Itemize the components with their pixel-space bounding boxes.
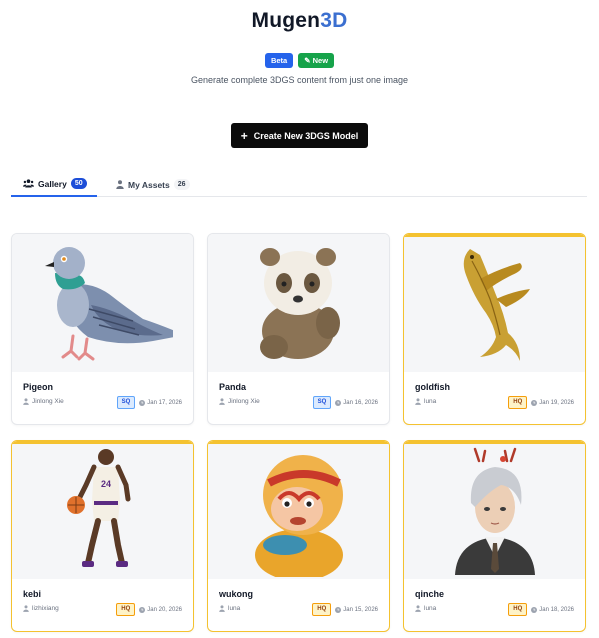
quality-badge: HQ xyxy=(508,603,528,616)
model-card-panda[interactable]: Panda Jinlong Xie SQ Jan 16, 2026 xyxy=(207,233,390,425)
model-date: Jan 20, 2026 xyxy=(139,606,182,613)
model-meta: HQ Jan 15, 2026 xyxy=(312,603,378,616)
model-thumbnail[interactable] xyxy=(12,234,193,372)
model-meta: SQ Jan 16, 2026 xyxy=(312,396,378,409)
model-date-text: Jan 18, 2026 xyxy=(539,606,574,613)
create-model-button[interactable]: + Create New 3DGS Model xyxy=(230,123,369,148)
tab-gallery[interactable]: Gallery 50 xyxy=(11,172,97,197)
quality-badge: SQ xyxy=(116,396,136,409)
plus-icon: + xyxy=(240,128,248,143)
clock-icon xyxy=(139,399,146,406)
model-date: Jan 19, 2026 xyxy=(531,399,574,406)
model-card-qinche[interactable]: qinche luna HQ Jan 18, 2026 xyxy=(403,440,586,632)
assets-count-badge: 26 xyxy=(173,179,190,190)
app-title: Mugen3D xyxy=(0,8,599,34)
tab-my-assets-label: My Assets xyxy=(128,179,170,190)
model-date-text: Jan 20, 2026 xyxy=(147,606,182,613)
model-meta: HQ Jan 18, 2026 xyxy=(508,603,574,616)
model-name: Panda xyxy=(219,382,247,392)
users-icon xyxy=(23,179,34,188)
model-author: Jinlong Xie xyxy=(219,398,260,405)
badge-row: Beta ✎ New xyxy=(0,53,599,68)
model-meta: SQ Jan 17, 2026 xyxy=(116,396,182,409)
model-thumbnail[interactable] xyxy=(208,234,389,372)
model-author-name: Jinlong Xie xyxy=(228,398,260,405)
quality-badge: SQ xyxy=(312,396,332,409)
panda-image xyxy=(259,248,340,359)
model-author-name: lizhixiang xyxy=(32,605,59,612)
user-icon xyxy=(415,398,421,405)
create-button-wrap: + Create New 3DGS Model xyxy=(0,123,599,148)
user-icon xyxy=(219,605,225,612)
model-date-text: Jan 16, 2026 xyxy=(343,399,378,406)
goldfish-image xyxy=(463,249,530,361)
quality-badge: HQ xyxy=(116,603,136,616)
app-title-accent: 3D xyxy=(320,9,348,32)
model-author-name: luna xyxy=(424,398,437,405)
tab-bar: Gallery 50 My Assets 26 xyxy=(11,172,587,197)
model-thumbnail[interactable]: 24 xyxy=(12,441,193,579)
model-thumbnail[interactable] xyxy=(208,441,389,579)
tab-gallery-label: Gallery xyxy=(38,178,67,189)
page-header: Mugen3D Beta ✎ New Generate complete 3DG… xyxy=(0,0,599,85)
user-icon xyxy=(23,398,29,405)
sparkle-icon: ✎ xyxy=(304,56,313,65)
model-author: luna xyxy=(415,605,436,612)
quality-badge: HQ xyxy=(312,603,332,616)
model-meta: HQ Jan 19, 2026 xyxy=(508,396,574,409)
clock-icon xyxy=(531,399,538,406)
basketball-player-image: 24 xyxy=(66,449,130,567)
page-subtitle: Generate complete 3DGS content from just… xyxy=(190,75,409,85)
clock-icon xyxy=(139,606,146,613)
svg-text:24: 24 xyxy=(100,479,110,489)
model-date: Jan 18, 2026 xyxy=(531,606,574,613)
model-thumbnail[interactable] xyxy=(404,441,585,579)
model-card-goldfish[interactable]: goldfish luna HQ Jan 19, 2026 xyxy=(403,233,586,425)
model-date-text: Jan 15, 2026 xyxy=(343,606,378,613)
user-icon xyxy=(415,605,421,612)
character-portrait-image xyxy=(454,447,535,575)
user-icon xyxy=(116,180,124,189)
new-badge: ✎ New xyxy=(298,53,335,68)
model-name: qinche xyxy=(415,589,445,599)
model-thumbnail[interactable] xyxy=(404,234,585,372)
model-card-kebi[interactable]: 24 kebi lizhixiang HQ Jan 20, 2026 xyxy=(11,440,194,632)
clock-icon xyxy=(531,606,538,613)
model-name: goldfish xyxy=(415,382,450,392)
model-card-wukong[interactable]: wukong luna HQ Jan 15, 2026 xyxy=(207,440,390,632)
clock-icon xyxy=(335,606,342,613)
model-author-name: luna xyxy=(228,605,241,612)
gallery-count-badge: 50 xyxy=(70,178,87,189)
tab-my-assets[interactable]: My Assets 26 xyxy=(116,172,190,197)
model-author-name: luna xyxy=(424,605,437,612)
model-author: luna xyxy=(219,605,240,612)
model-date: Jan 16, 2026 xyxy=(335,399,378,406)
model-meta: HQ Jan 20, 2026 xyxy=(116,603,182,616)
model-author-name: Jinlong Xie xyxy=(32,398,64,405)
user-icon xyxy=(23,605,29,612)
quality-badge: HQ xyxy=(508,396,528,409)
model-name: wukong xyxy=(219,589,253,599)
create-model-label: Create New 3DGS Model xyxy=(253,130,359,141)
model-author: luna xyxy=(415,398,436,405)
model-name: Pigeon xyxy=(23,382,54,392)
model-author: Jinlong Xie xyxy=(23,398,64,405)
model-date: Jan 15, 2026 xyxy=(335,606,378,613)
pigeon-image xyxy=(44,247,173,361)
model-date-text: Jan 17, 2026 xyxy=(147,399,182,406)
model-date: Jan 17, 2026 xyxy=(139,399,182,406)
new-badge-label: New xyxy=(312,56,329,65)
model-name: kebi xyxy=(23,589,42,599)
clock-icon xyxy=(335,399,342,406)
beta-badge: Beta xyxy=(264,53,294,68)
monkey-king-image xyxy=(254,455,343,577)
app-title-main: Mugen xyxy=(251,9,321,32)
model-date-text: Jan 19, 2026 xyxy=(539,399,574,406)
model-author: lizhixiang xyxy=(23,605,59,612)
user-icon xyxy=(219,398,225,405)
model-card-pigeon[interactable]: Pigeon Jinlong Xie SQ Jan 17, 2026 xyxy=(11,233,194,425)
